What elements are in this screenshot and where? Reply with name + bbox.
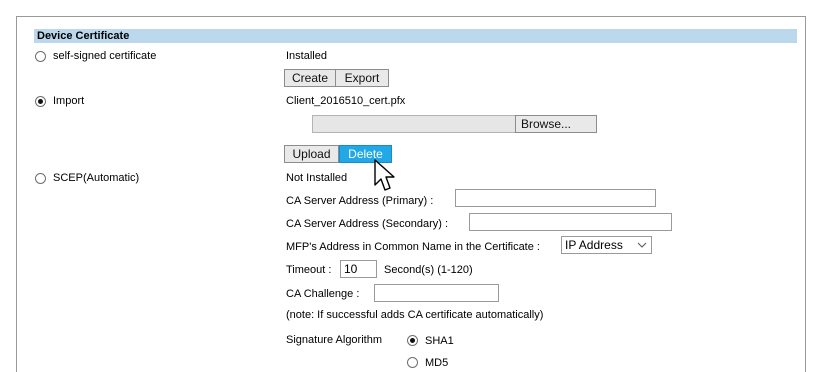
- signature-algorithm-label: Signature Algorithm: [286, 334, 382, 346]
- import-label: Import: [53, 95, 85, 107]
- section-header: Device Certificate: [34, 29, 797, 43]
- ca-secondary-label: CA Server Address (Secondary) :: [286, 218, 449, 230]
- self-signed-label: self-signed certificate: [53, 50, 157, 62]
- self-signed-radio[interactable]: [35, 51, 46, 62]
- sha1-radio[interactable]: [407, 335, 418, 346]
- timeout-unit: Second(s) (1-120): [384, 264, 473, 276]
- chevron-down-icon: [637, 242, 647, 248]
- ca-secondary-input[interactable]: [469, 213, 672, 231]
- common-name-label: MFP's Address in Common Name in the Cert…: [286, 241, 540, 253]
- file-path-field[interactable]: [312, 115, 516, 133]
- scep-note: (note: If successful adds CA certificate…: [286, 309, 544, 321]
- timeout-label: Timeout :: [286, 264, 332, 276]
- ca-primary-label: CA Server Address (Primary) :: [286, 195, 434, 207]
- mouse-pointer-icon: [374, 159, 395, 191]
- import-filename: Client_2016510_cert.pfx: [286, 95, 406, 107]
- common-name-select[interactable]: IP Address: [561, 236, 652, 254]
- scep-label: SCEP(Automatic): [53, 172, 140, 184]
- ca-primary-input[interactable]: [455, 189, 656, 207]
- md5-label: MD5: [425, 357, 449, 369]
- common-name-selected: IP Address: [565, 238, 623, 252]
- challenge-input[interactable]: [374, 284, 499, 302]
- scep-radio[interactable]: [35, 173, 46, 184]
- scep-status: Not Installed: [286, 172, 348, 184]
- self-signed-status: Installed: [286, 50, 327, 62]
- upload-button[interactable]: Upload: [284, 145, 339, 163]
- export-button[interactable]: Export: [335, 69, 389, 87]
- challenge-label: CA Challenge :: [286, 288, 360, 300]
- timeout-input[interactable]: [340, 260, 377, 278]
- md5-radio[interactable]: [407, 357, 418, 368]
- create-button[interactable]: Create: [284, 69, 336, 87]
- sha1-label: SHA1: [425, 335, 454, 347]
- browse-button[interactable]: Browse...: [515, 115, 597, 133]
- import-radio[interactable]: [35, 96, 46, 107]
